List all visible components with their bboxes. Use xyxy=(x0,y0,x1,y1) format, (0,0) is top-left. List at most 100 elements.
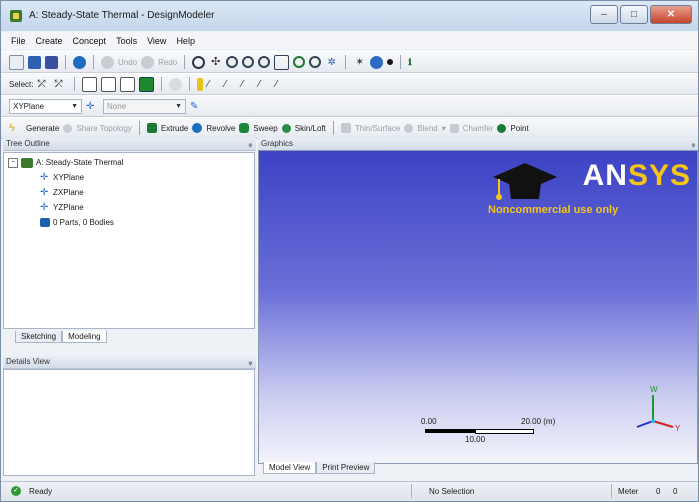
magnifier-icon[interactable] xyxy=(293,56,306,68)
plane-value: XYPlane xyxy=(13,101,45,111)
maximize-button[interactable]: □ xyxy=(620,5,648,24)
extend-icon[interactable] xyxy=(169,77,183,91)
plane-dropdown[interactable]: XYPlane ▼ xyxy=(9,98,82,114)
point-button[interactable]: Point xyxy=(510,124,528,133)
ansys-app-icon[interactable] xyxy=(10,10,22,22)
point-icon[interactable] xyxy=(497,123,507,133)
tree-item-zxplane[interactable]: ✛ ZXPlane xyxy=(40,186,84,199)
sketch-dropdown[interactable]: None ▼ xyxy=(103,98,186,114)
pin-icon[interactable]: ᵩ xyxy=(691,138,695,150)
triad-icon[interactable]: ✶ xyxy=(353,56,366,69)
display-icon[interactable] xyxy=(370,55,384,69)
collapse-icon[interactable]: − xyxy=(8,157,18,168)
constraint-tool-icon[interactable]: ⁄ xyxy=(241,78,254,91)
menu-tools[interactable]: Tools xyxy=(116,36,137,46)
modify-tool-icon[interactable]: ⁄ xyxy=(258,78,271,91)
toolbar-separator xyxy=(161,77,163,91)
close-button[interactable]: ✕ xyxy=(650,5,692,24)
point-display-icon[interactable] xyxy=(387,59,394,65)
tab-model-view[interactable]: Model View xyxy=(263,462,317,474)
thin-surface-button[interactable]: Thin/Surface xyxy=(355,124,400,133)
save-icon[interactable] xyxy=(28,55,41,69)
menu-file[interactable]: File xyxy=(11,36,26,46)
tab-modeling[interactable]: Modeling xyxy=(62,331,107,343)
generate-icon[interactable]: ϟ xyxy=(9,122,22,135)
screenshot-icon[interactable] xyxy=(73,55,86,69)
chevron-down-icon: ▼ xyxy=(175,102,182,110)
graphics-viewport[interactable]: ANSYS Noncommercial use only 0.00 20.00 … xyxy=(258,150,698,464)
menu-help[interactable]: Help xyxy=(176,36,195,46)
toolbar-separator xyxy=(332,121,334,135)
skin-loft-icon[interactable] xyxy=(281,123,291,133)
undo-icon[interactable] xyxy=(101,55,114,69)
share-topology-button[interactable]: Share Topology xyxy=(76,124,131,133)
menu-concept[interactable]: Concept xyxy=(73,36,107,46)
share-topology-icon[interactable] xyxy=(63,123,73,133)
tab-sketching[interactable]: Sketching xyxy=(15,331,63,343)
box-zoom-icon[interactable] xyxy=(274,54,290,70)
select-mode-icon[interactable]: ⤱ xyxy=(37,78,50,91)
undo-label[interactable]: Undo xyxy=(118,58,137,67)
select-edges-icon[interactable] xyxy=(101,76,117,92)
zoom-box-icon[interactable] xyxy=(242,56,255,68)
tree-item-yzplane[interactable]: ✛ YZPlane xyxy=(40,201,84,214)
new-plane-icon[interactable]: ✛ xyxy=(86,100,99,113)
sweep-icon[interactable] xyxy=(239,123,250,133)
blend-icon[interactable] xyxy=(404,123,414,133)
tree-item-label: YZPlane xyxy=(53,203,84,212)
pin-icon[interactable]: ᵩ xyxy=(248,138,252,150)
scale-mid-label: 10.00 xyxy=(465,435,486,444)
status-selection: No Selection xyxy=(429,487,475,496)
line-tool-icon[interactable]: ⁄ xyxy=(207,78,220,91)
new-icon[interactable] xyxy=(9,54,24,70)
new-sketch-icon[interactable]: ✎ xyxy=(190,100,203,113)
redo-icon[interactable] xyxy=(141,55,155,69)
title-bar: A: Steady-State Thermal - DesignModeler … xyxy=(1,1,698,31)
select-filter-icon[interactable]: ⤱ xyxy=(54,78,67,91)
select-points-icon[interactable] xyxy=(82,76,98,92)
pan-icon[interactable]: ✣ xyxy=(209,56,222,69)
rotate-icon[interactable] xyxy=(192,55,206,69)
redo-label[interactable]: Redo xyxy=(158,58,177,67)
skin-loft-button[interactable]: Skin/Loft xyxy=(295,124,326,133)
thin-surface-icon[interactable] xyxy=(340,123,351,133)
export-icon[interactable] xyxy=(45,55,58,69)
revolve-button[interactable]: Revolve xyxy=(206,124,235,133)
zoom-fit-icon[interactable] xyxy=(258,56,271,68)
zoom-out-icon[interactable] xyxy=(309,56,322,68)
tree-outline: − A: Steady-State Thermal ✛ XYPlane ✛ ZX… xyxy=(3,152,255,329)
zoom-icon[interactable] xyxy=(226,56,239,68)
select-faces-icon[interactable] xyxy=(120,76,136,92)
help-cursor-icon[interactable]: ℹ xyxy=(408,56,421,69)
chamfer-button[interactable]: Chamfer xyxy=(463,124,494,133)
chamfer-icon[interactable] xyxy=(449,123,459,133)
revolve-icon[interactable] xyxy=(192,123,203,133)
logo-an: AN xyxy=(582,159,628,192)
extrude-icon[interactable] xyxy=(146,123,157,133)
menu-view[interactable]: View xyxy=(147,36,166,46)
generate-button[interactable]: Generate xyxy=(26,124,59,133)
sweep-button[interactable]: Sweep xyxy=(253,124,277,133)
view-cube-icon[interactable]: ✲ xyxy=(325,56,338,69)
lookat-icon[interactable] xyxy=(197,77,204,91)
noncommercial-watermark: Noncommercial use only xyxy=(488,204,619,216)
toolbar-separator xyxy=(65,55,66,69)
minimize-button[interactable]: – xyxy=(590,5,618,24)
pin-icon[interactable]: ᵩ xyxy=(248,356,252,368)
scale-right-label: 20.00 (m) xyxy=(521,417,556,426)
draw-tool-icon[interactable]: ⁄ xyxy=(275,78,288,91)
extrude-button[interactable]: Extrude xyxy=(161,124,189,133)
blend-button[interactable]: Blend xyxy=(417,124,437,133)
select-bodies-icon[interactable] xyxy=(139,76,155,92)
tree-root[interactable]: − A: Steady-State Thermal xyxy=(8,156,123,169)
status-unit[interactable]: Meter xyxy=(618,487,638,496)
chevron-down-icon[interactable]: ▾ xyxy=(442,124,446,133)
dim-tool-icon[interactable]: ⁄ xyxy=(224,78,237,91)
status-bar: ✓ Ready No Selection Meter 0 0 xyxy=(1,481,698,501)
menu-create[interactable]: Create xyxy=(36,36,63,46)
tab-print-preview[interactable]: Print Preview xyxy=(316,462,376,474)
tree-item-parts[interactable]: 0 Parts, 0 Bodies xyxy=(40,216,114,229)
status-divider xyxy=(611,484,612,498)
tree-item-xyplane[interactable]: ✛ XYPlane xyxy=(40,171,84,184)
toolbar-separator xyxy=(93,55,94,69)
